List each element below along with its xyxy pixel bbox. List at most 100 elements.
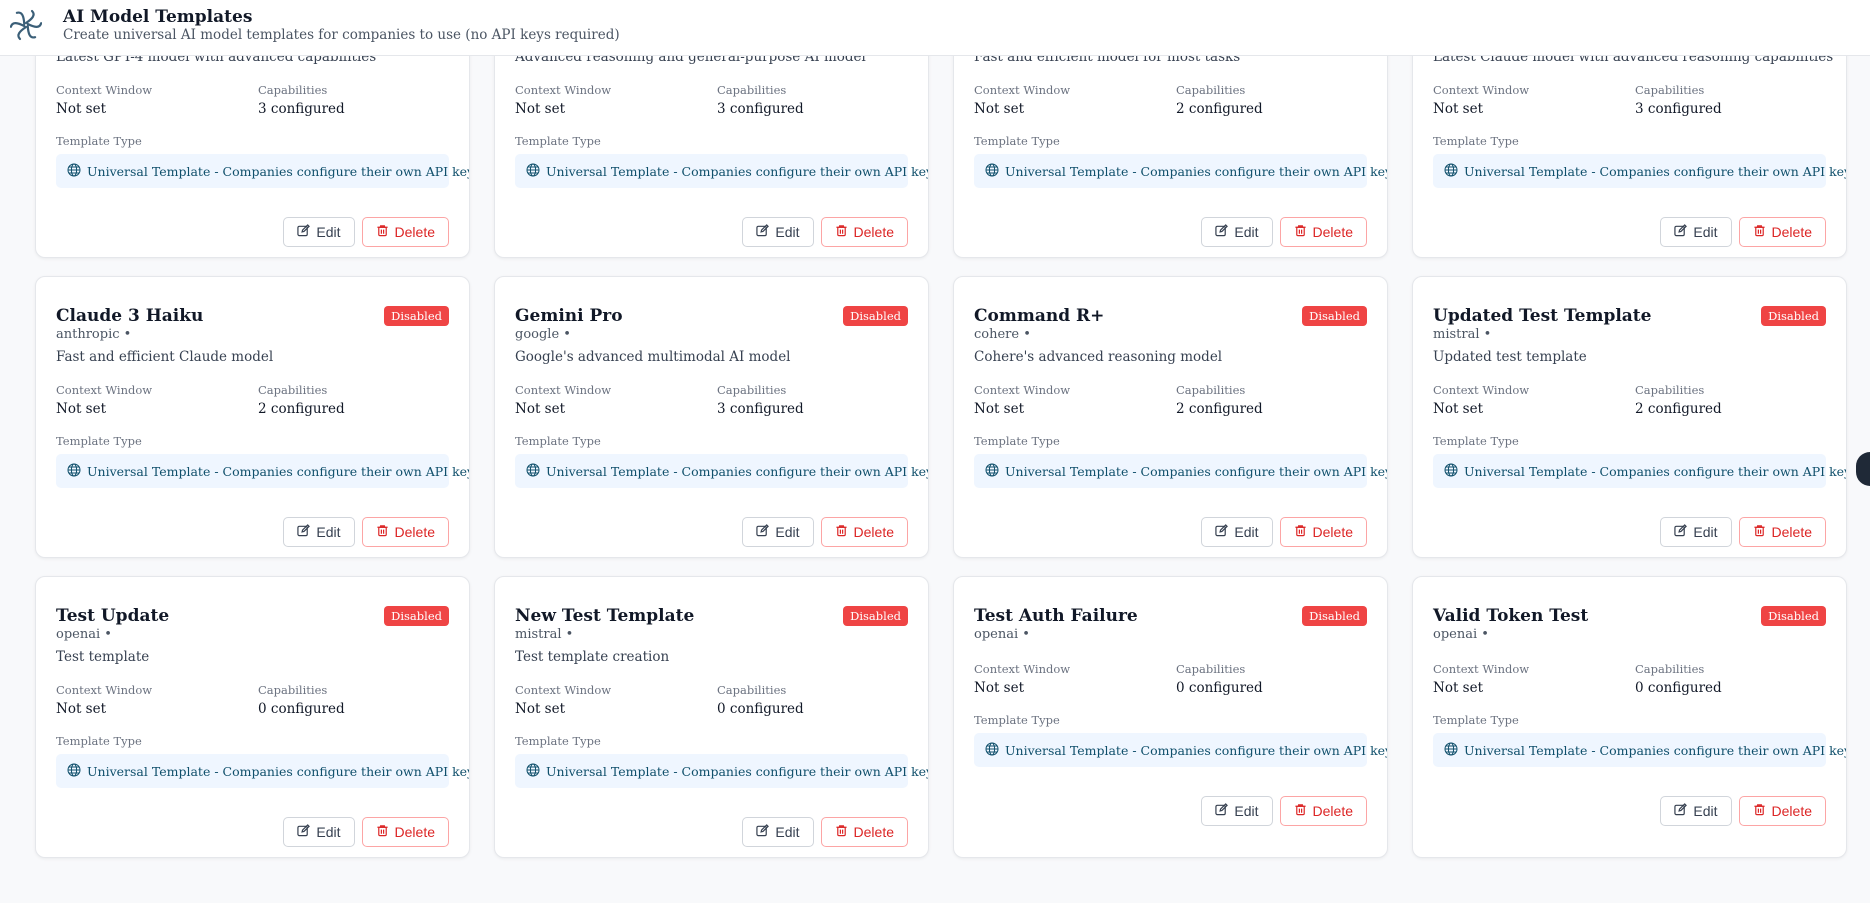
capabilities-value: 0 configured xyxy=(1176,680,1263,696)
context-window-stat: Context Window Not set xyxy=(1433,83,1529,117)
template-type-banner: Universal Template - Companies configure… xyxy=(56,154,469,188)
globe-icon xyxy=(526,463,540,480)
status-badge: Disabled xyxy=(843,306,908,326)
delete-button[interactable]: Delete xyxy=(820,217,908,247)
delete-button[interactable]: Delete xyxy=(1279,517,1367,547)
edit-icon xyxy=(1674,803,1688,819)
delete-label: Delete xyxy=(1312,803,1353,819)
delete-label: Delete xyxy=(853,224,894,240)
template-type-banner: Universal Template - Companies configure… xyxy=(1433,454,1846,488)
edit-label: Edit xyxy=(775,224,800,240)
capabilities-label: Capabilities xyxy=(717,383,787,397)
delete-label: Delete xyxy=(394,224,435,240)
edit-button[interactable]: Edit xyxy=(283,217,355,247)
capabilities-value: 3 configured xyxy=(258,101,345,117)
capabilities-value: 2 configured xyxy=(1176,101,1263,117)
context-window-value: Not set xyxy=(56,101,106,117)
edit-button[interactable]: Edit xyxy=(742,217,814,247)
context-window-value: Not set xyxy=(515,101,565,117)
card-actions: Edit Delete xyxy=(1201,217,1367,247)
template-description: Fast and efficient Claude model xyxy=(56,349,274,365)
template-type-value: Universal Template - Companies configure… xyxy=(546,163,929,179)
template-type-label: Template Type xyxy=(1433,434,1519,448)
edit-icon xyxy=(1674,524,1688,540)
trash-icon xyxy=(1753,803,1766,819)
template-type-label: Template Type xyxy=(974,713,1060,727)
context-window-value: Not set xyxy=(974,401,1024,417)
template-type-label: Template Type xyxy=(56,734,142,748)
globe-icon xyxy=(985,163,999,180)
context-window-stat: Context Window Not set xyxy=(56,83,152,117)
floating-widget-button[interactable] xyxy=(1856,452,1870,486)
trash-icon xyxy=(1753,224,1766,240)
card-actions: Edit Delete xyxy=(742,817,908,847)
trash-icon xyxy=(835,824,848,840)
edit-button[interactable]: Edit xyxy=(742,517,814,547)
template-type-value: Universal Template - Companies configure… xyxy=(87,163,470,179)
trash-icon xyxy=(1294,803,1307,819)
provider-label: mistral • xyxy=(1433,327,1492,342)
edit-icon xyxy=(1215,803,1229,819)
context-window-stat: Context Window Not set xyxy=(974,83,1070,117)
template-type-banner: Universal Template - Companies configure… xyxy=(1433,733,1846,767)
template-grid: Latest GPT-4 model with advanced capabil… xyxy=(35,0,1848,858)
template-type-value: Universal Template - Companies configure… xyxy=(1005,163,1388,179)
provider-label: google • xyxy=(515,327,571,342)
context-window-label: Context Window xyxy=(515,83,612,97)
template-name: New Test Template xyxy=(515,606,695,626)
card-actions: Edit Delete xyxy=(1660,796,1826,826)
template-type-value: Universal Template - Companies configure… xyxy=(1464,463,1847,479)
capabilities-label: Capabilities xyxy=(1635,83,1705,97)
delete-button[interactable]: Delete xyxy=(1279,217,1367,247)
template-type-value: Universal Template - Companies configure… xyxy=(1005,463,1388,479)
delete-label: Delete xyxy=(1771,224,1812,240)
edit-button[interactable]: Edit xyxy=(1201,796,1273,826)
trash-icon xyxy=(1753,524,1766,540)
template-name: Command R+ xyxy=(974,306,1105,326)
capabilities-stat: Capabilities 3 configured xyxy=(258,83,345,117)
template-type-banner: Universal Template - Companies configure… xyxy=(974,733,1387,767)
edit-label: Edit xyxy=(1234,524,1259,540)
template-name: Gemini Pro xyxy=(515,306,623,326)
context-window-label: Context Window xyxy=(1433,383,1530,397)
delete-button[interactable]: Delete xyxy=(361,217,449,247)
globe-icon xyxy=(985,463,999,480)
edit-button[interactable]: Edit xyxy=(1660,517,1732,547)
template-description: Updated test template xyxy=(1433,349,1587,365)
template-type-banner: Universal Template - Companies configure… xyxy=(515,754,928,788)
provider-label: anthropic • xyxy=(56,327,132,342)
context-window-value: Not set xyxy=(56,701,106,717)
trash-icon xyxy=(376,824,389,840)
status-badge: Disabled xyxy=(1761,606,1826,626)
capabilities-value: 2 configured xyxy=(1635,401,1722,417)
template-type-value: Universal Template - Companies configure… xyxy=(546,463,929,479)
edit-button[interactable]: Edit xyxy=(1660,796,1732,826)
template-name: Test Auth Failure xyxy=(974,606,1138,626)
model-template-card: Test Auth Failure Disabled openai • Cont… xyxy=(953,576,1388,858)
template-type-label: Template Type xyxy=(1433,713,1519,727)
template-type-banner: Universal Template - Companies configure… xyxy=(974,454,1387,488)
delete-button[interactable]: Delete xyxy=(361,817,449,847)
delete-button[interactable]: Delete xyxy=(1738,796,1826,826)
delete-button[interactable]: Delete xyxy=(820,517,908,547)
status-badge: Disabled xyxy=(384,606,449,626)
status-badge: Disabled xyxy=(1302,606,1367,626)
delete-button[interactable]: Delete xyxy=(820,817,908,847)
capabilities-value: 0 configured xyxy=(717,701,804,717)
context-window-value: Not set xyxy=(974,101,1024,117)
edit-icon xyxy=(1215,224,1229,240)
delete-button[interactable]: Delete xyxy=(1738,217,1826,247)
delete-button[interactable]: Delete xyxy=(1738,517,1826,547)
edit-button[interactable]: Edit xyxy=(283,817,355,847)
provider-label: openai • xyxy=(974,627,1030,642)
edit-button[interactable]: Edit xyxy=(1201,517,1273,547)
capabilities-value: 0 configured xyxy=(258,701,345,717)
template-name: Test Update xyxy=(56,606,170,626)
edit-button[interactable]: Edit xyxy=(283,517,355,547)
delete-button[interactable]: Delete xyxy=(361,517,449,547)
template-description: Test template creation xyxy=(515,649,670,665)
edit-button[interactable]: Edit xyxy=(1201,217,1273,247)
delete-button[interactable]: Delete xyxy=(1279,796,1367,826)
edit-button[interactable]: Edit xyxy=(742,817,814,847)
edit-button[interactable]: Edit xyxy=(1660,217,1732,247)
